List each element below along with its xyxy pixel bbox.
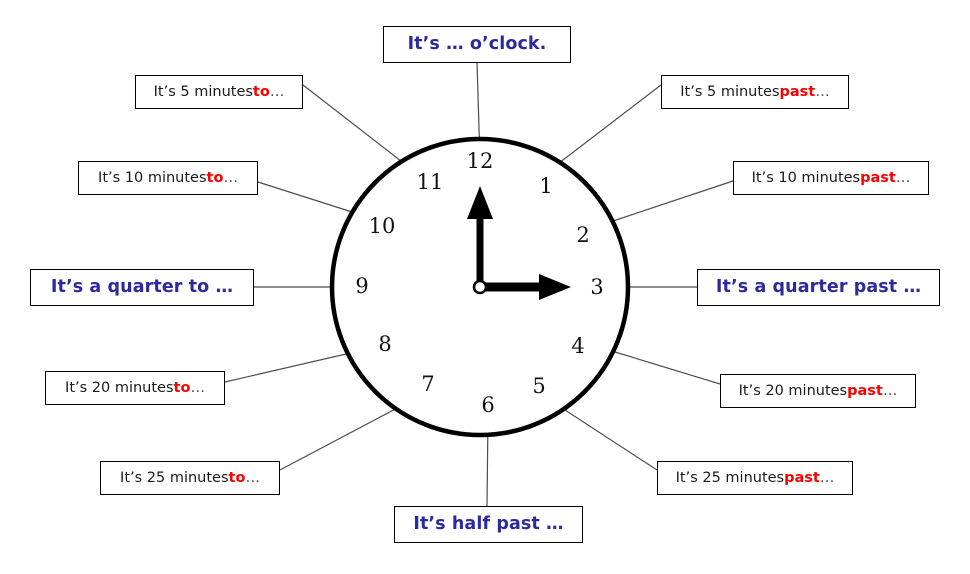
label-half-past: It’s half past … [394,506,583,543]
label-10-minutes-to: It’s 10 minutes to … [78,161,258,195]
label-10-minutes-past-prefix: It’s 10 minutes [751,169,861,186]
label-10-minutes-past: It’s 10 minutes past … [733,161,929,195]
label-oclock: It’s … o’clock. [383,26,571,63]
clock-numeral-10: 10 [368,214,396,238]
clock-numeral-8: 8 [378,332,392,356]
label-quarter-to: It’s a quarter to … [30,269,254,306]
label-25-minutes-past: It’s 25 minutes past … [657,461,853,495]
label-25-minutes-to-keyword: to [228,469,246,486]
label-quarter-to-text: It’s a quarter to … [50,276,234,297]
label-20-minutes-past-suffix: … [882,382,898,399]
label-25-minutes-to-suffix: … [245,469,260,486]
label-quarter-past-text: It’s a quarter past … [715,276,922,297]
clock-numeral-9: 9 [355,274,369,298]
label-10-minutes-past-keyword: past [860,169,896,186]
label-5-minutes-past-suffix: … [815,83,830,100]
clock-numeral-7: 7 [421,372,435,396]
label-20-minutes-to-suffix: … [190,379,205,396]
label-5-minutes-to-prefix: It’s 5 minutes [153,83,253,100]
label-5-minutes-to: It’s 5 minutes to … [135,75,303,109]
clock-numeral-3: 3 [590,275,604,299]
label-5-minutes-to-keyword: to [252,83,270,100]
clock-numeral-11: 11 [416,170,444,194]
label-5-minutes-past-prefix: It’s 5 minutes [680,83,780,100]
clock-numeral-4: 4 [571,334,585,358]
label-20-minutes-past-prefix: It’s 20 minutes [738,382,848,399]
label-5-minutes-past-keyword: past [779,83,816,100]
clock-numeral-2: 2 [576,223,590,247]
clock-numeral-1: 1 [539,174,553,198]
label-25-minutes-to-prefix: It’s 25 minutes [120,469,229,486]
label-20-minutes-to-prefix: It’s 20 minutes [65,379,174,396]
label-5-minutes-to-suffix: … [269,83,285,100]
clock-numeral-6: 6 [481,393,495,417]
label-25-minutes-past-prefix: It’s 25 minutes [675,469,785,486]
clock-time-phrases-diagram: 12 1 2 3 4 5 6 7 8 9 10 11 It’s … o’clock. It’s 5 mi… [0,0,970,574]
label-25-minutes-past-suffix: … [819,469,835,486]
label-20-minutes-to-keyword: to [173,379,191,396]
label-20-minutes-to: It’s 20 minutes to … [45,371,225,405]
label-20-minutes-past-keyword: past [847,382,883,399]
label-oclock-text: It’s … o’clock. [407,33,547,54]
clock-numeral-12: 12 [466,149,494,173]
label-10-minutes-past-suffix: … [895,169,911,186]
label-10-minutes-to-suffix: … [223,169,238,186]
label-quarter-past: It’s a quarter past … [697,269,940,306]
label-10-minutes-to-keyword: to [206,169,224,186]
label-5-minutes-past: It’s 5 minutes past … [661,75,849,109]
clock-numeral-5: 5 [532,374,546,398]
label-20-minutes-past: It’s 20 minutes past … [720,374,916,408]
label-25-minutes-to: It’s 25 minutes to … [100,461,280,495]
label-25-minutes-past-keyword: past [784,469,820,486]
label-half-past-text: It’s half past … [413,513,564,534]
clock-center-hub [472,279,488,295]
label-10-minutes-to-prefix: It’s 10 minutes [98,169,207,186]
